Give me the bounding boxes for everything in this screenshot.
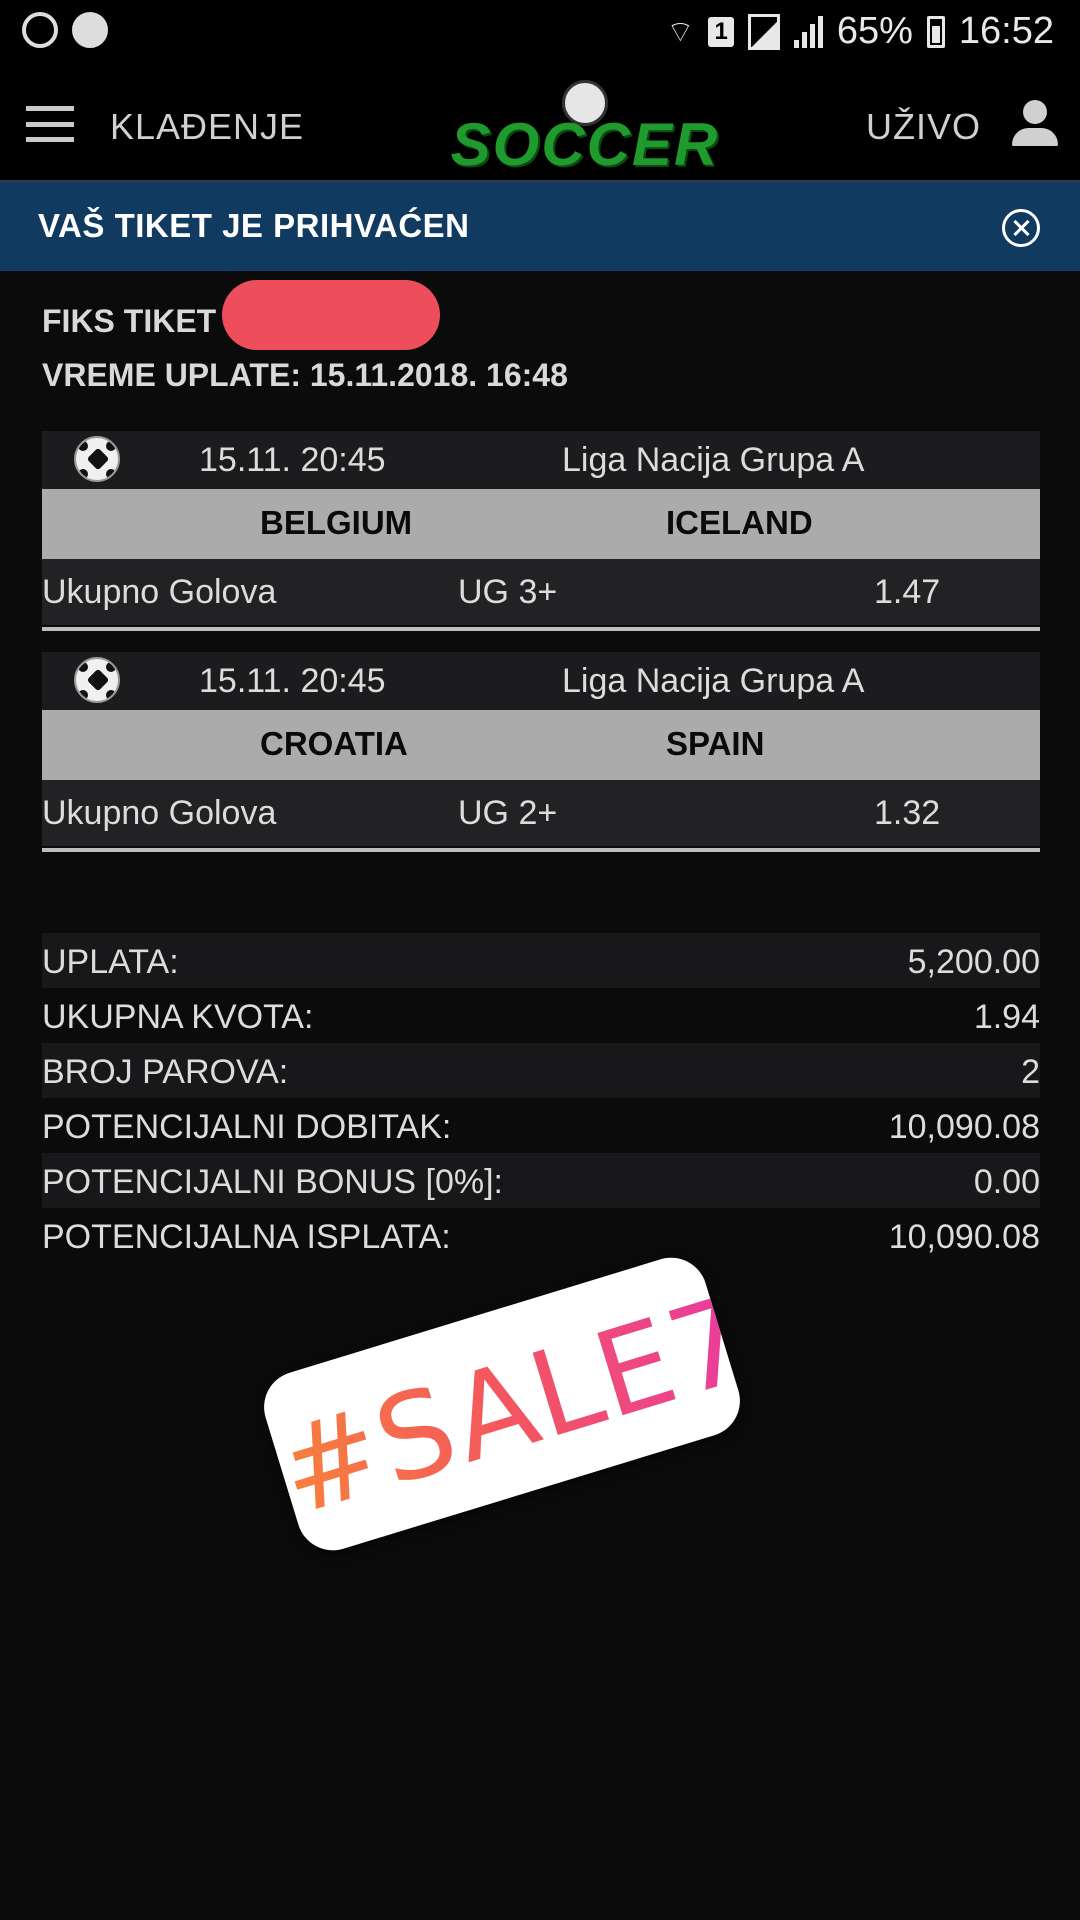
- home-team: CROATIA: [260, 725, 408, 762]
- summary-label: BROJ PAROVA:: [42, 1053, 289, 1091]
- summary-row-total-odds: UKUPNA KVOTA: 1.94: [42, 988, 1040, 1043]
- away-team: SPAIN: [666, 725, 765, 762]
- signal-bars-icon: [793, 15, 823, 48]
- summary-value: 10,090.08: [888, 1108, 1040, 1146]
- match-info-row: 15.11. 20:45 Liga Nacija Grupa A: [42, 431, 1040, 489]
- notification-icons: [22, 12, 108, 48]
- match-datetime: 15.11. 20:45: [199, 441, 386, 479]
- match-info-row: 15.11. 20:45 Liga Nacija Grupa A: [42, 652, 1040, 710]
- home-team: BELGIUM: [260, 504, 413, 541]
- battery-icon: [926, 15, 945, 48]
- away-team: ICELAND: [666, 504, 813, 541]
- hashtag-text: #SALE7: [263, 1268, 767, 1543]
- match-datetime: 15.11. 20:45: [199, 662, 386, 700]
- match-divider: [42, 627, 1040, 631]
- summary-value: 10,090.08: [888, 1218, 1040, 1256]
- nav-live-link[interactable]: UŽIVO: [866, 106, 981, 148]
- match-league: Liga Nacija Grupa A: [562, 662, 865, 700]
- summary-label: UKUPNA KVOTA:: [42, 998, 314, 1036]
- teams-row: CROATIA SPAIN: [42, 710, 1040, 780]
- soccer-ball-icon: [74, 436, 120, 482]
- phone-call-icon: [72, 12, 108, 48]
- user-account-icon[interactable]: [1010, 100, 1060, 150]
- match-league: Liga Nacija Grupa A: [562, 441, 865, 479]
- bet-row: Ukupno Golova UG 3+ 1.47: [42, 559, 1040, 625]
- summary-value: 5,200.00: [907, 943, 1040, 981]
- bet-odds: 1.32: [874, 794, 941, 832]
- ticket-title: FIKS TIKET: [42, 303, 217, 339]
- ticket-summary: UPLATA: 5,200.00 UKUPNA KVOTA: 1.94 BROJ…: [42, 933, 1040, 1263]
- summary-row-potential-win: POTENCIJALNI DOBITAK: 10,090.08: [42, 1098, 1040, 1153]
- bet-market: Ukupno Golova: [42, 794, 277, 832]
- summary-row-potential-payout: POTENCIJALNA ISPLATA: 10,090.08: [42, 1208, 1040, 1263]
- bet-pick: UG 3+: [458, 573, 558, 611]
- soccer-ball-icon: [74, 657, 120, 703]
- logo-text: SOCCER: [450, 111, 720, 178]
- redaction-mark: [222, 280, 440, 350]
- summary-value: 1.94: [973, 998, 1040, 1036]
- sim-signal-icon: [747, 13, 780, 50]
- menu-icon[interactable]: [26, 106, 74, 142]
- whatsapp-icon: [22, 12, 58, 48]
- summary-label: UPLATA:: [42, 943, 179, 981]
- ticket-accepted-banner: VAŠ TIKET JE PRIHVAĆEN: [0, 183, 1080, 271]
- payment-time-value: 15.11.2018. 16:48: [309, 357, 568, 393]
- summary-label: POTENCIJALNI BONUS [0%]:: [42, 1163, 503, 1201]
- teams-row: BELGIUM ICELAND: [42, 489, 1040, 559]
- summary-label: POTENCIJALNI DOBITAK:: [42, 1108, 452, 1146]
- bet-odds: 1.47: [874, 573, 941, 611]
- wifi-icon: ⌔: [666, 15, 695, 49]
- hashtag-sticker: #SALE7: [255, 1248, 767, 1560]
- clock: 16:52: [958, 10, 1054, 52]
- banner-message: VAŠ TIKET JE PRIHVAĆEN: [38, 207, 470, 244]
- nav-betting-link[interactable]: KLAĐENJE: [110, 106, 304, 148]
- summary-row-potential-bonus: POTENCIJALNI BONUS [0%]: 0.00: [42, 1153, 1040, 1208]
- status-bar: ⌔ 1 65% 16:52: [0, 0, 1080, 66]
- summary-label: POTENCIJALNA ISPLATA:: [42, 1218, 451, 1256]
- close-icon[interactable]: [1002, 209, 1040, 247]
- bet-market: Ukupno Golova: [42, 573, 277, 611]
- system-indicators: ⌔ 1 65% 16:52: [666, 10, 1054, 53]
- soccer-logo[interactable]: SOCCER: [445, 80, 725, 178]
- match-divider: [42, 848, 1040, 852]
- battery-percent: 65%: [836, 10, 913, 52]
- bet-row: Ukupno Golova UG 2+ 1.32: [42, 780, 1040, 846]
- bet-pick: UG 2+: [458, 794, 558, 832]
- summary-value: 0.00: [973, 1163, 1040, 1201]
- summary-row-pair-count: BROJ PAROVA: 2: [42, 1043, 1040, 1098]
- payment-time-label: VREME UPLATE:: [42, 357, 301, 393]
- summary-row-payment: UPLATA: 5,200.00: [42, 933, 1040, 988]
- sim-badge: 1: [708, 16, 734, 47]
- summary-value: 2: [1021, 1053, 1040, 1091]
- payment-time: VREME UPLATE: 15.11.2018. 16:48: [42, 357, 568, 394]
- top-navigation: KLAĐENJE SOCCER UŽIVO: [0, 66, 1080, 182]
